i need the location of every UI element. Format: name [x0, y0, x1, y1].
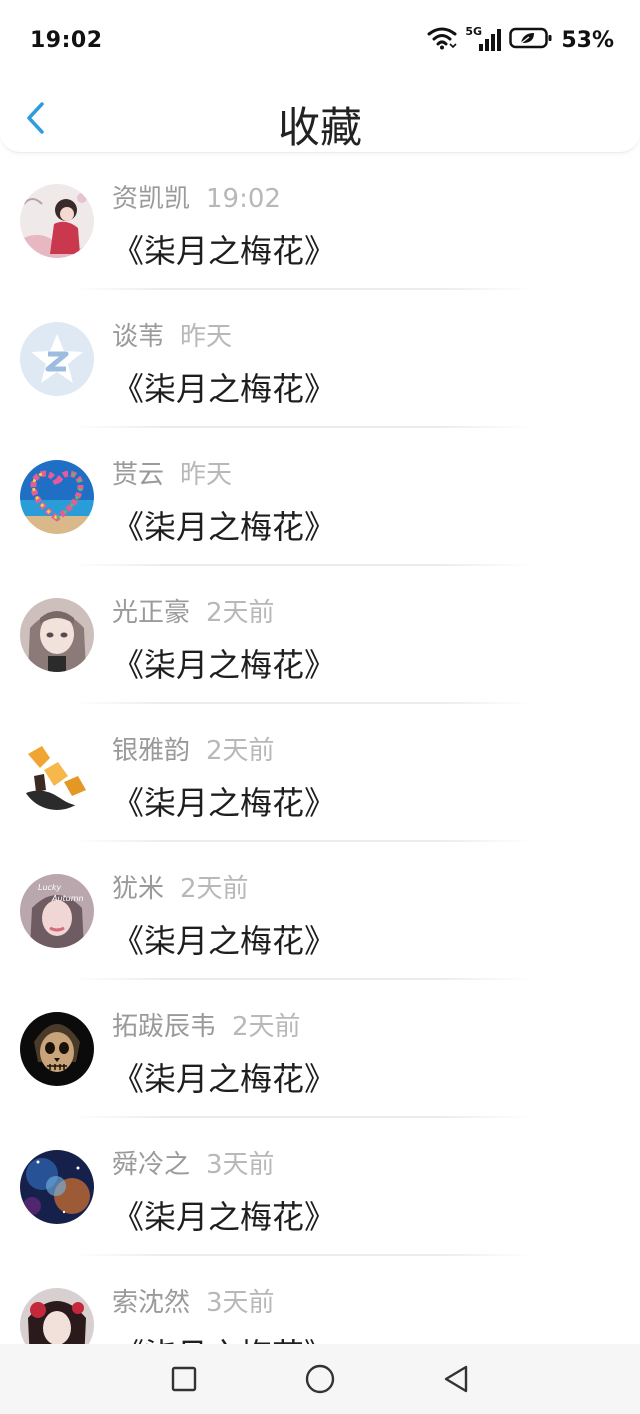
- avatar[interactable]: [20, 1150, 94, 1224]
- list-item[interactable]: 拓跋辰韦 2天前 《柒月之梅花》: [0, 980, 640, 1118]
- status-time: 19:02: [30, 27, 103, 53]
- song-title: 《柒月之梅花》: [112, 784, 337, 822]
- recent-apps-icon: [171, 1366, 197, 1392]
- svg-text:Autumn: Autumn: [51, 894, 84, 903]
- user-name: 拓跋辰韦: [112, 1012, 217, 1042]
- song-title: 《柒月之梅花》: [112, 646, 337, 684]
- avatar[interactable]: Lucky Autumn: [20, 874, 94, 948]
- timestamp: 3天前: [206, 1288, 275, 1318]
- user-name: 银雅韵: [112, 736, 191, 766]
- timestamp: 2天前: [180, 874, 249, 904]
- song-title: 《柒月之梅花》: [112, 922, 337, 960]
- wifi-icon: [427, 26, 457, 54]
- timestamp: 2天前: [206, 598, 275, 628]
- song-title: 《柒月之梅花》: [112, 1198, 337, 1236]
- song-title: 《柒月之梅花》: [112, 370, 337, 408]
- avatar[interactable]: [20, 184, 94, 258]
- timestamp: 3天前: [206, 1150, 275, 1180]
- user-name: 贳云: [112, 460, 165, 490]
- list-item[interactable]: 银雅韵 2天前 《柒月之梅花》: [0, 704, 640, 842]
- list-item[interactable]: 贳云 昨天 《柒月之梅花》: [0, 428, 640, 566]
- back-icon: [444, 1365, 468, 1393]
- avatar[interactable]: [20, 1012, 94, 1086]
- status-bar: 19:02 5G 53%: [0, 0, 640, 80]
- timestamp: 2天前: [232, 1012, 301, 1042]
- page-header: 收藏: [0, 80, 640, 153]
- svg-text:Lucky: Lucky: [38, 883, 62, 892]
- list-item[interactable]: 舜冷之 3天前 《柒月之梅花》: [0, 1118, 640, 1256]
- song-title: 《柒月之梅花》: [112, 508, 337, 546]
- timestamp: 昨天: [180, 460, 233, 490]
- nav-back-button[interactable]: [436, 1359, 476, 1399]
- user-name: 谈苇: [112, 322, 165, 352]
- home-icon: [305, 1364, 335, 1394]
- signal-5g-icon: 5G: [465, 25, 502, 53]
- navigation-bar: [0, 1344, 640, 1414]
- user-name: 资凯凯: [112, 184, 191, 214]
- timestamp: 19:02: [206, 184, 281, 214]
- user-name: 犹米: [112, 874, 165, 904]
- timestamp: 昨天: [180, 322, 233, 352]
- avatar[interactable]: [20, 322, 94, 396]
- user-name: 索沈然: [112, 1288, 191, 1318]
- avatar[interactable]: [20, 736, 94, 810]
- song-title: 《柒月之梅花》: [112, 232, 337, 270]
- list-item[interactable]: 资凯凯 19:02 《柒月之梅花》: [0, 152, 640, 290]
- battery-percent: 53%: [561, 27, 614, 53]
- avatar[interactable]: [20, 598, 94, 672]
- home-button[interactable]: [300, 1359, 340, 1399]
- user-name: 光正豪: [112, 598, 191, 628]
- avatar[interactable]: [20, 460, 94, 534]
- list-item[interactable]: 谈苇 昨天 《柒月之梅花》: [0, 290, 640, 428]
- status-icons: 5G 53%: [427, 25, 614, 54]
- favorites-list: 资凯凯 19:02 《柒月之梅花》 谈苇 昨天 《柒月之梅花》 贳云 昨天 《柒…: [0, 152, 640, 1394]
- timestamp: 2天前: [206, 736, 275, 766]
- song-title: 《柒月之梅花》: [112, 1060, 337, 1098]
- page-title: 收藏: [277, 103, 362, 152]
- battery-icon: [509, 26, 553, 54]
- recent-apps-button[interactable]: [164, 1359, 204, 1399]
- list-item[interactable]: 光正豪 2天前 《柒月之梅花》: [0, 566, 640, 704]
- list-item[interactable]: Lucky Autumn 犹米 2天前 《柒月之梅花》: [0, 842, 640, 980]
- user-name: 舜冷之: [112, 1150, 191, 1180]
